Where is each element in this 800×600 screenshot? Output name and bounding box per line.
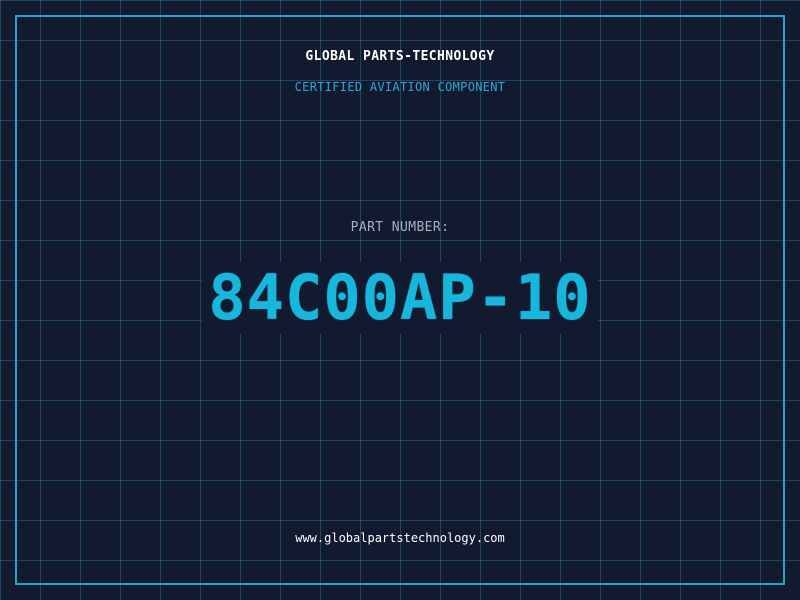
part-number-container: 84C00AP-10 xyxy=(0,262,800,334)
certification-tagline: CERTIFIED AVIATION COMPONENT xyxy=(294,80,506,94)
part-number-label: PART NUMBER: xyxy=(350,220,450,235)
part-number-value: 84C00AP-10 xyxy=(202,262,598,334)
company-name: GLOBAL PARTS-TECHNOLOGY xyxy=(305,49,495,64)
part-label-card: GLOBAL PARTS-TECHNOLOGY CERTIFIED AVIATI… xyxy=(0,0,800,600)
website-url: www.globalpartstechnology.com xyxy=(295,531,505,545)
